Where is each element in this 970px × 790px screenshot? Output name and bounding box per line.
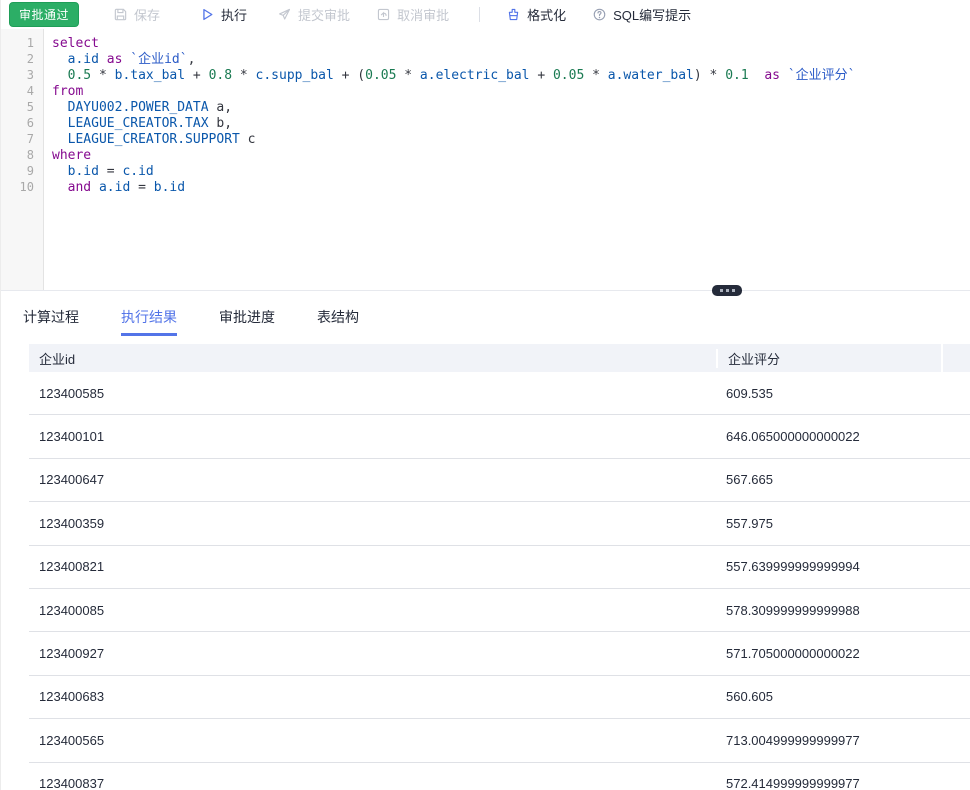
result-table-header: 企业id 企业评分 <box>29 344 970 372</box>
table-cell: 123400101 <box>39 429 105 445</box>
table-cell: 557.639999999999994 <box>726 559 860 575</box>
table-row: 123400359 557.975 <box>29 502 970 546</box>
table-row: 123400085 578.309999999999988 <box>29 589 970 633</box>
table-cell: 578.309999999999988 <box>726 602 860 618</box>
table-row: 123400683 560.605 <box>29 676 970 720</box>
submit-approval-button[interactable]: 提交审批 <box>277 5 350 24</box>
column-header-score: 企业评分 <box>716 348 941 368</box>
line-number: 3 <box>26 68 34 82</box>
table-row: 123400585 609.535 <box>29 372 970 416</box>
line-number: 7 <box>26 132 34 146</box>
table-cell: 572.414999999999977 <box>726 776 860 790</box>
table-cell: 123400821 <box>39 559 105 575</box>
sql-hint-label: SQL编写提示 <box>613 8 692 23</box>
cancel-approval-button[interactable]: 取消审批 <box>376 5 449 24</box>
code-line[interactable]: 0.5 * b.tax_bal + 0.8 * c.supp_bal + (0.… <box>52 68 970 84</box>
table-cell: 609.535 <box>726 385 773 401</box>
code-line[interactable]: a.id as `企业id`, <box>52 52 970 68</box>
table-cell: 123400927 <box>39 646 105 662</box>
column-header-id: 企业id <box>39 351 76 367</box>
table-cell: 123400647 <box>39 472 105 488</box>
line-number: 10 <box>19 180 34 194</box>
table-row: 123400821 557.639999999999994 <box>29 546 970 589</box>
play-icon <box>200 7 215 22</box>
save-icon <box>113 7 128 22</box>
code-line[interactable]: where <box>52 148 970 164</box>
line-number: 9 <box>26 164 34 178</box>
table-row: 123400927 571.705000000000022 <box>29 632 970 676</box>
table-cell: 713.004999999999977 <box>726 732 860 748</box>
tab-0[interactable]: 计算过程 <box>23 301 79 336</box>
run-label: 执行 <box>221 8 248 23</box>
code-line[interactable]: LEAGUE_CREATOR.TAX b, <box>52 116 970 132</box>
code-line[interactable]: LEAGUE_CREATOR.SUPPORT c <box>52 132 970 148</box>
code-line[interactable]: DAYU002.POWER_DATA a, <box>52 100 970 116</box>
sql-editor[interactable]: 1 2 3 4 5 6 7 8 9 10 select a.id as `企业id`, 0.5 *… <box>1 29 970 290</box>
code-line[interactable]: b.id = c.id <box>52 164 970 180</box>
table-row: 123400101 646.065000000000022 <box>29 415 970 459</box>
table-cell: 571.705000000000022 <box>726 646 860 662</box>
save-label: 保存 <box>134 8 161 23</box>
toolbar: 审批通过 保存 执行 提交审批 取消审批 格式化 SQL编写提示 <box>1 0 970 29</box>
table-row: 123400565 713.004999999999977 <box>29 719 970 763</box>
toolbar-divider <box>479 7 481 22</box>
table-cell: 123400565 <box>39 732 105 748</box>
line-number: 6 <box>26 116 34 130</box>
code-line[interactable]: from <box>52 84 970 100</box>
format-label: 格式化 <box>527 8 567 23</box>
tab-1[interactable]: 执行结果 <box>121 301 177 336</box>
result-table-body: 123400585 609.535 123400101 646.06500000000… <box>29 372 970 790</box>
table-row: 123400837 572.414999999999977 <box>29 763 970 790</box>
table-cell: 123400085 <box>39 602 105 618</box>
tab-2[interactable]: 审批进度 <box>219 301 275 336</box>
line-number: 5 <box>26 100 34 114</box>
table-row: 123400647 567.665 <box>29 459 970 503</box>
table-cell: 646.065000000000022 <box>726 429 860 445</box>
run-button[interactable]: 执行 <box>200 5 247 24</box>
editor-gutter: 1 2 3 4 5 6 7 8 9 10 <box>1 29 44 290</box>
table-cell: 123400585 <box>39 385 105 401</box>
help-circle-icon <box>592 7 607 22</box>
code-line[interactable]: select <box>52 36 970 52</box>
column-header-spacer <box>941 344 969 372</box>
line-number: 4 <box>26 84 34 98</box>
format-brush-icon <box>506 7 521 22</box>
code-line[interactable]: and a.id = b.id <box>52 180 970 196</box>
editor-code[interactable]: select a.id as `企业id`, 0.5 * b.tax_bal +… <box>45 29 970 290</box>
drag-handle[interactable] <box>712 285 742 296</box>
line-number: 1 <box>26 36 34 50</box>
table-cell: 123400359 <box>39 515 105 531</box>
result-table: 企业id 企业评分 123400585 609.535 123400101 646.0… <box>29 344 970 790</box>
tab-3[interactable]: 表结构 <box>317 301 359 336</box>
table-cell: 123400837 <box>39 776 105 790</box>
sql-hint-button[interactable]: SQL编写提示 <box>592 5 691 24</box>
table-cell: 123400683 <box>39 689 105 705</box>
submit-approval-label: 提交审批 <box>298 8 351 23</box>
result-tabs: 计算过程 执行结果 审批进度 表结构 <box>1 301 970 336</box>
format-button[interactable]: 格式化 <box>506 5 566 24</box>
table-cell: 567.665 <box>726 472 773 488</box>
line-number: 8 <box>26 148 34 162</box>
line-number: 2 <box>26 52 34 66</box>
panel-splitter <box>1 285 970 302</box>
table-cell: 557.975 <box>726 515 773 531</box>
save-button[interactable]: 保存 <box>113 5 160 24</box>
sql-workbench: 审批通过 保存 执行 提交审批 取消审批 格式化 SQL编写提示 1 2 3 4… <box>0 0 970 790</box>
table-cell: 560.605 <box>726 689 773 705</box>
send-icon <box>277 7 292 22</box>
approval-status-badge: 审批通过 <box>9 2 80 27</box>
cancel-approval-label: 取消审批 <box>397 8 450 23</box>
undo-icon <box>376 7 391 22</box>
